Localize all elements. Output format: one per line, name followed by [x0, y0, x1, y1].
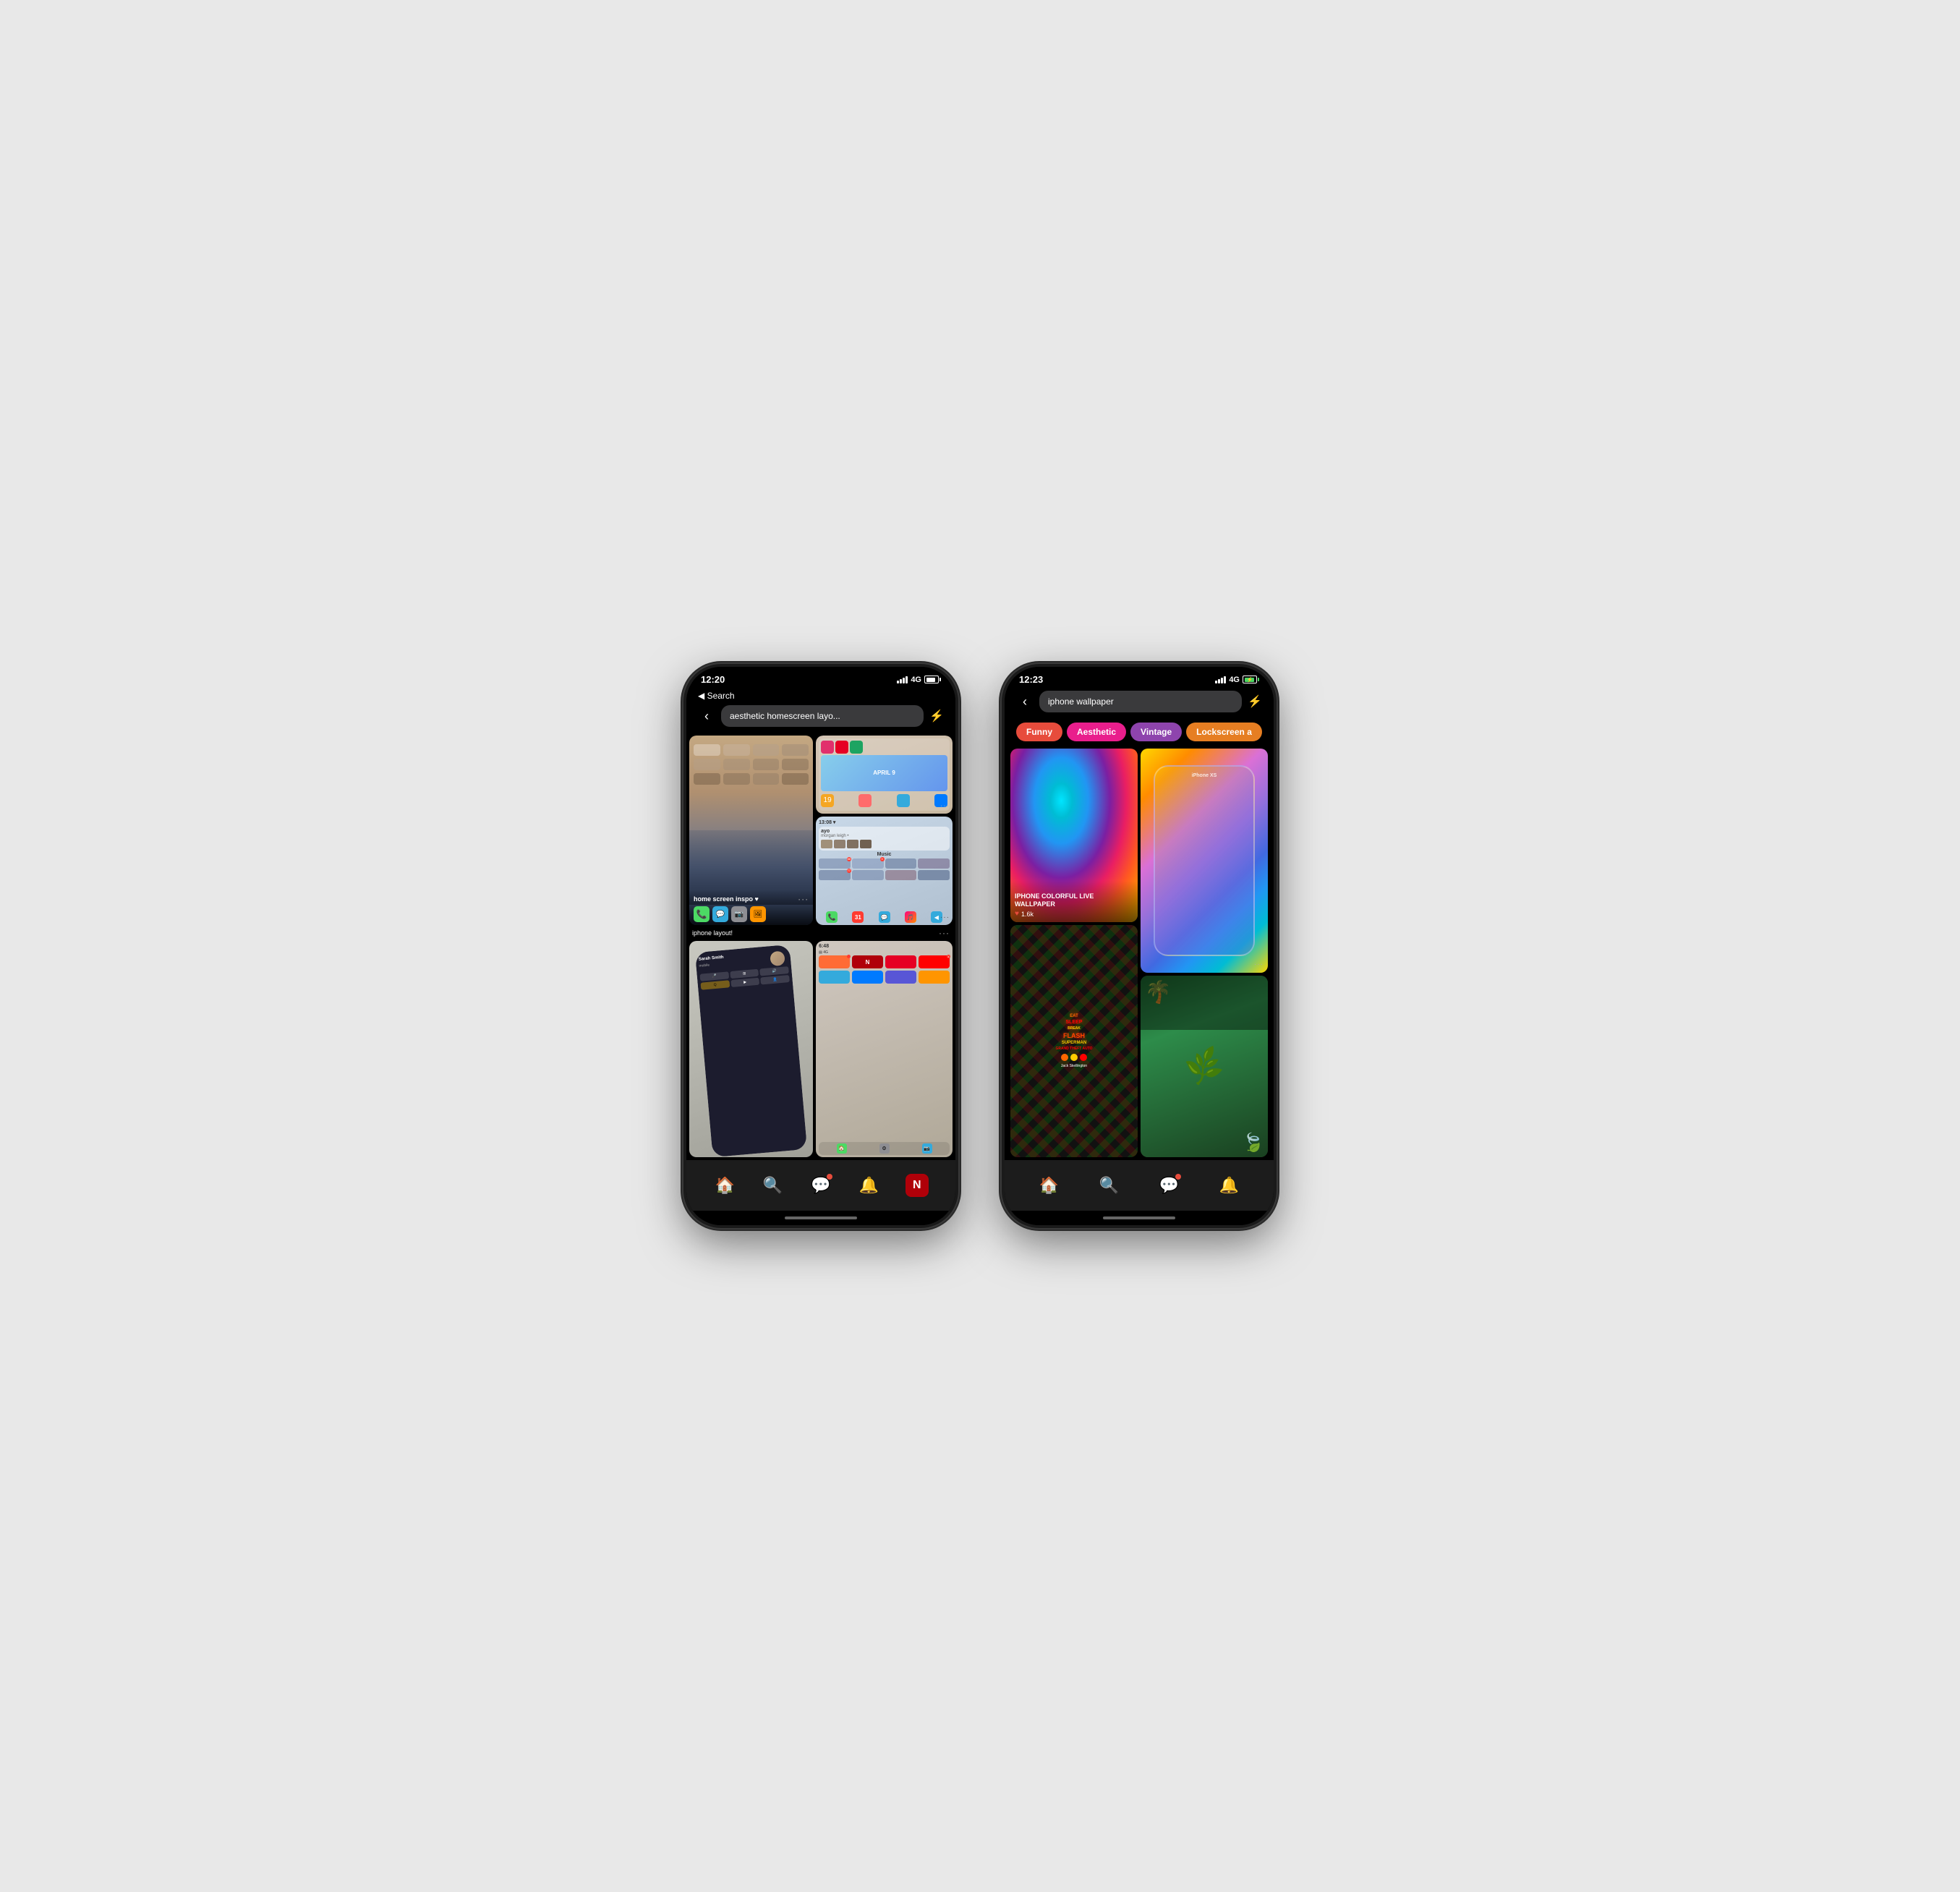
time-left: 12:20 [701, 674, 725, 685]
dock-home-left[interactable]: 🏠 [713, 1174, 736, 1197]
signal-icon-left [897, 676, 908, 683]
pin-marble[interactable]: iPhone XS ··· [1141, 749, 1268, 973]
status-icons-left: 4G [897, 676, 941, 684]
phone-left: 12:20 4G [683, 664, 958, 1228]
chip-funny[interactable]: Funny [1016, 723, 1062, 741]
time-right: 12:23 [1019, 674, 1043, 685]
network-left: 4G [911, 676, 921, 684]
battery-right: ⚡ [1243, 676, 1259, 683]
network-right: 4G [1229, 676, 1240, 684]
phones-container: 12:20 4G [683, 664, 1277, 1228]
signal-icon-right [1215, 676, 1226, 683]
pin-sticker[interactable]: eat SLEEP break FLASH SUPERMAN GRAND THE… [1010, 925, 1138, 1157]
dock-search-right[interactable]: 🔍 [1098, 1174, 1121, 1197]
chip-vintage[interactable]: Vintage [1130, 723, 1182, 741]
content-left: home screen inspo ♥ ··· 📞 💬 📷 [686, 733, 955, 1160]
filter-button-right[interactable]: ⚡ [1248, 694, 1262, 709]
pin-netflix[interactable]: 6:48 ▤ 4G N 4 [816, 941, 953, 1157]
search-box-left[interactable]: aesthetic homescreen layo... [721, 705, 924, 727]
dock-left: 🏠 🔍 💬 🔔 N [686, 1160, 955, 1211]
dock-netflix-left[interactable]: N [906, 1174, 929, 1197]
back-button-right[interactable]: ‹ [1016, 694, 1034, 710]
search-nav-right: ‹ iphone wallpaper ⚡ [1005, 688, 1274, 718]
notch-left [774, 667, 868, 684]
iphone-layout-label: iphone layout! [692, 929, 733, 937]
filter-button-left[interactable]: ⚡ [929, 709, 944, 723]
back-button-left[interactable]: ‹ [698, 709, 715, 724]
pin-music[interactable]: 13:08 ▾ ayo morgan leigh • [816, 817, 953, 926]
iphone-layout-dots: ··· [939, 928, 950, 938]
back-search-left[interactable]: ◀ Search [698, 691, 944, 701]
home-indicator-left [686, 1211, 955, 1225]
pin-tropical[interactable]: 🌿 🌴 🍃 [1141, 976, 1268, 1157]
masonry-col-1: IPHONE COLORFUL LIVE WALLPAPER ♥ 1.6k [1010, 749, 1138, 1157]
dock-bell-left[interactable]: 🔔 [857, 1174, 880, 1197]
pin-marble-dots: ··· [1254, 960, 1264, 968]
chips-row: Funny Aesthetic Vintage Lockscreen a [1005, 718, 1274, 746]
masonry-grid: IPHONE COLORFUL LIVE WALLPAPER ♥ 1.6k [1005, 746, 1274, 1160]
notch-right [1092, 667, 1186, 684]
pin-space[interactable]: IPHONE COLORFUL LIVE WALLPAPER ♥ 1.6k [1010, 749, 1138, 922]
chip-aesthetic[interactable]: Aesthetic [1067, 723, 1126, 741]
heart-icon-space: ♥ [1015, 910, 1019, 918]
pin-layout-top[interactable]: APRIL 9 19 [816, 736, 953, 814]
search-box-right[interactable]: iphone wallpaper [1039, 691, 1242, 712]
status-icons-right: 4G ⚡ [1215, 676, 1259, 684]
dock-messages-left[interactable]: 💬 [809, 1174, 832, 1197]
pin-space-caption: IPHONE COLORFUL LIVE WALLPAPER ♥ 1.6k [1010, 881, 1138, 922]
dock-messages-right[interactable]: 💬 [1158, 1174, 1181, 1197]
pin-homescreen-title: home screen inspo ♥ [694, 895, 759, 903]
battery-left [924, 676, 941, 683]
home-indicator-right [1005, 1211, 1274, 1225]
content-right: IPHONE COLORFUL LIVE WALLPAPER ♥ 1.6k [1005, 746, 1274, 1160]
dock-right: 🏠 🔍 💬 🔔 [1005, 1160, 1274, 1211]
dock-search-left[interactable]: 🔍 [762, 1174, 785, 1197]
pin-homescreen-dots: ··· [798, 894, 809, 904]
search-nav-left: ◀ Search ‹ aesthetic homescreen layo... … [686, 688, 955, 733]
pin-homescreen[interactable]: home screen inspo ♥ ··· 📞 💬 📷 [689, 736, 813, 925]
pin-music-dots: ··· [940, 913, 950, 921]
dock-home-right[interactable]: 🏠 [1038, 1174, 1061, 1197]
chip-lockscreen[interactable]: Lockscreen a [1186, 723, 1262, 741]
masonry-col-2: iPhone XS ··· [1141, 749, 1268, 1157]
phone-right: 12:23 4G ⚡ [1002, 664, 1277, 1228]
dock-bell-right[interactable]: 🔔 [1218, 1174, 1241, 1197]
pin-hand[interactable]: Sarah Smith mobile 🎤 ⊞ [689, 941, 813, 1157]
